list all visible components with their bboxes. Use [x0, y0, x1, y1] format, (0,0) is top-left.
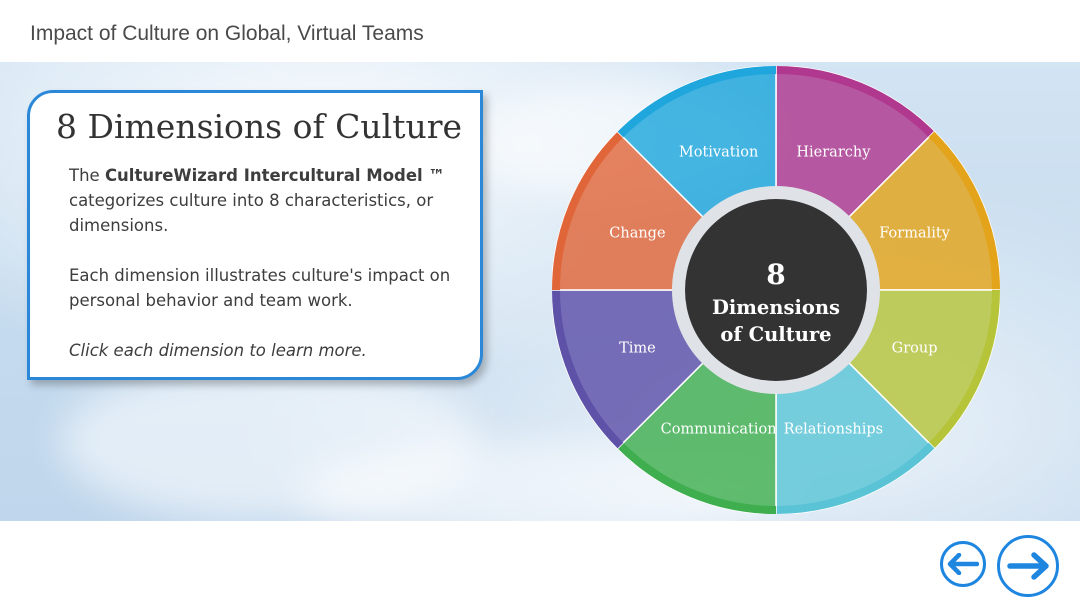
info-card: 8 Dimensions of Culture The CultureWizar… — [27, 90, 483, 380]
card-heading: 8 Dimensions of Culture — [56, 107, 463, 146]
hub-number: 8 — [766, 258, 785, 291]
arrow-left-icon — [947, 553, 979, 575]
culture-wheel-svg: Hierarchy Formality Group Relationships Comm… — [552, 66, 1000, 514]
impact-paragraph: Each dimension illustrates culture's imp… — [69, 266, 451, 310]
dimension-label: Time — [619, 340, 656, 356]
page-title: Impact of Culture on Global, Virtual Tea… — [30, 22, 424, 45]
arrow-right-icon — [1007, 552, 1049, 580]
dimension-label: Communication — [661, 422, 777, 438]
model-name: CultureWizard Intercultural Model ™ — [104, 166, 445, 185]
card-body: The CultureWizard Intercultural Model ™ … — [69, 163, 469, 363]
dimension-label: Motivation — [679, 144, 758, 160]
dimension-label: Change — [609, 226, 665, 242]
culture-wheel: Hierarchy Formality Group Relationships Comm… — [552, 66, 1000, 514]
dimension-label: Hierarchy — [796, 144, 871, 160]
dimension-label: Relationships — [784, 422, 883, 438]
next-button[interactable] — [997, 535, 1059, 597]
intro-paragraph: The CultureWizard Intercultural Model ™ … — [69, 166, 445, 235]
previous-button[interactable] — [940, 541, 986, 587]
dimension-label: Formality — [879, 226, 950, 242]
instruction-text: Click each dimension to learn more. — [69, 341, 367, 360]
hub-line-2: of Culture — [720, 323, 831, 346]
dimension-label: Group — [892, 340, 938, 356]
hub-line-1: Dimensions — [712, 296, 840, 319]
